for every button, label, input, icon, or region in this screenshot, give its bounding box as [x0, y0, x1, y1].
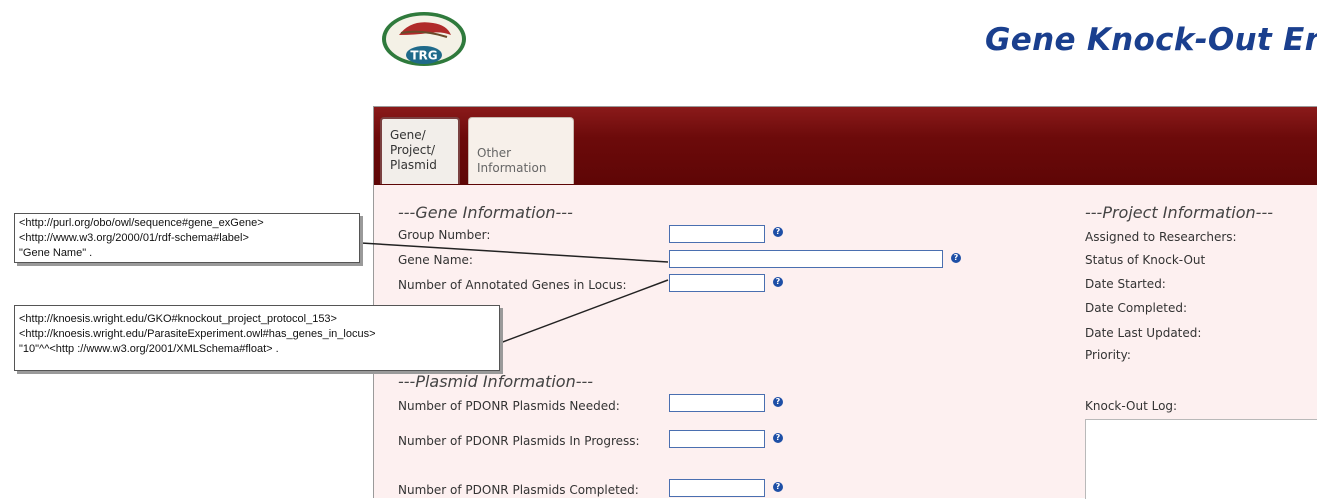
callout-line: <http://knoesis.wright.edu/ParasiteExper…	[19, 328, 376, 340]
callout-line: "Gene Name" .	[19, 247, 93, 259]
callout-line: <http://www.w3.org/2000/01/rdf-schema#la…	[19, 232, 249, 244]
callout-line: <http://purl.org/obo/owl/sequence#gene_e…	[19, 217, 264, 229]
connector-line	[499, 279, 669, 344]
rdf-triple-callout: <http://purl.org/obo/owl/sequence#gene_e…	[14, 213, 360, 263]
rdf-triple-callout: <http://knoesis.wright.edu/GKO#knockout_…	[14, 305, 500, 371]
connector-line	[360, 242, 669, 263]
callout-line: <http://knoesis.wright.edu/GKO#knockout_…	[19, 313, 337, 325]
callout-line: "10"^^<http ://www.w3.org/2001/XMLSchema…	[19, 343, 279, 355]
